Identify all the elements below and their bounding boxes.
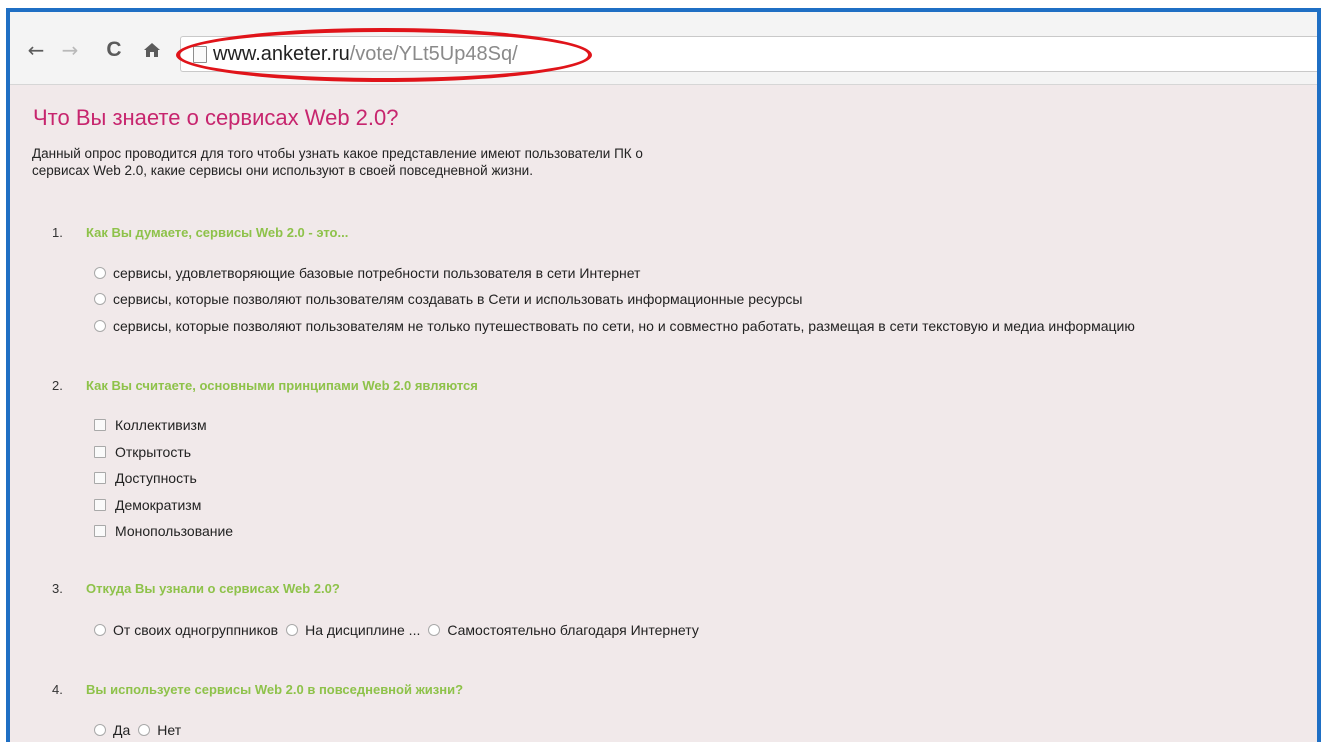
browser-toolbar: ← → C www.anketer.ru/vote/YLt5Up48Sq/	[10, 12, 1317, 85]
option-label: Доступность	[115, 470, 197, 486]
option-label: На дисциплине ...	[305, 622, 421, 638]
option-label: Открытость	[115, 444, 192, 460]
q1-option-3[interactable]: сервисы, которые позволяют пользователям…	[94, 318, 1135, 334]
survey-page: Что Вы знаете о сервисах Web 2.0? Данный…	[10, 85, 1317, 742]
q3-option-3[interactable]: Самостоятельно благодаря Интернету	[428, 622, 699, 638]
home-icon-glyph	[144, 43, 160, 57]
q4-options: Да Нет	[94, 722, 189, 738]
survey-description: Данный опрос проводится для того чтобы у…	[32, 146, 643, 178]
q2-option-5[interactable]: Монопользование	[94, 523, 233, 539]
url-text[interactable]: www.anketer.ru/vote/YLt5Up48Sq/	[213, 43, 518, 66]
url-path: /vote/YLt5Up48Sq/	[349, 42, 518, 65]
q3-options: От своих одногруппников На дисциплине ..…	[94, 622, 707, 638]
option-label: Коллективизм	[115, 417, 207, 433]
option-label: Самостоятельно благодаря Интернету	[447, 622, 699, 638]
q2-option-4[interactable]: Демократизм	[94, 497, 201, 513]
question-title: Как Вы считаете, основными принципами We…	[86, 378, 478, 393]
q4-option-yes[interactable]: Да	[94, 722, 130, 738]
option-label: Демократизм	[115, 497, 202, 513]
radio-button[interactable]	[94, 267, 106, 279]
question-number: 1.	[52, 225, 63, 240]
radio-button[interactable]	[94, 320, 106, 332]
q3-option-2[interactable]: На дисциплине ...	[286, 622, 420, 638]
address-bar[interactable]: www.anketer.ru/vote/YLt5Up48Sq/	[180, 36, 1317, 72]
option-label: Да	[113, 722, 131, 738]
q1-option-1[interactable]: сервисы, удовлетворяющие базовые потребн…	[94, 265, 640, 281]
survey-title: Что Вы знаете о сервисах Web 2.0?	[33, 105, 399, 130]
forward-icon[interactable]: →	[58, 38, 82, 62]
checkbox[interactable]	[94, 446, 106, 458]
checkbox[interactable]	[94, 499, 106, 511]
question-number: 2.	[52, 378, 63, 393]
q1-option-2[interactable]: сервисы, которые позволяют пользователям…	[94, 291, 803, 307]
url-host: www.anketer.ru	[213, 42, 350, 65]
question-title: Вы используете сервисы Web 2.0 в повседн…	[86, 682, 464, 697]
question-title: Как Вы думаете, сервисы Web 2.0 - это...	[86, 225, 349, 240]
radio-button[interactable]	[94, 724, 106, 736]
checkbox[interactable]	[94, 419, 106, 431]
q2-option-2[interactable]: Открытость	[94, 444, 191, 460]
radio-button[interactable]	[138, 724, 151, 736]
radio-button[interactable]	[428, 624, 441, 636]
option-label: Монопользование	[115, 523, 234, 539]
q4-option-no[interactable]: Нет	[138, 722, 181, 738]
back-icon[interactable]: ←	[24, 38, 48, 62]
option-label: Нет	[157, 722, 182, 738]
q3-option-1[interactable]: От своих одногруппников	[94, 622, 278, 638]
page-icon	[193, 45, 207, 63]
question-number: 4.	[52, 682, 63, 697]
option-label: От своих одногруппников	[113, 622, 279, 638]
home-icon[interactable]	[140, 38, 164, 62]
reload-icon[interactable]: C	[102, 38, 126, 62]
option-label: сервисы, удовлетворяющие базовые потребн…	[113, 265, 641, 281]
radio-button[interactable]	[94, 624, 106, 636]
question-title: Откуда Вы узнали о сервисах Web 2.0?	[86, 581, 340, 596]
q2-option-1[interactable]: Коллективизм	[94, 417, 207, 433]
option-label: сервисы, которые позволяют пользователям…	[113, 318, 1135, 334]
q2-option-3[interactable]: Доступность	[94, 470, 197, 486]
option-label: сервисы, которые позволяют пользователям…	[113, 291, 803, 307]
checkbox[interactable]	[94, 525, 106, 537]
question-number: 3.	[52, 581, 63, 596]
radio-button[interactable]	[286, 624, 299, 636]
screenshot-frame: ← → C www.anketer.ru/vote/YLt5Up48Sq/ Чт…	[6, 8, 1321, 742]
checkbox[interactable]	[94, 472, 106, 484]
radio-button[interactable]	[94, 293, 106, 305]
